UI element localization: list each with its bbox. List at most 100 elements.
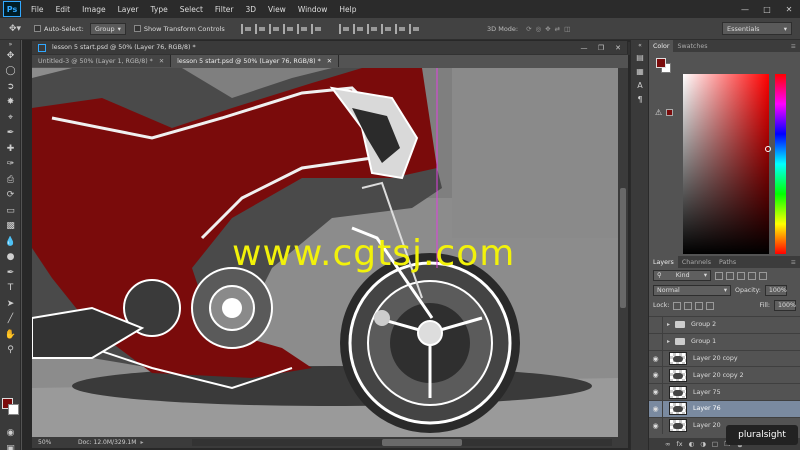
align-right-icon[interactable] [310,23,323,34]
panel-menu-icon[interactable]: ≡ [791,259,796,266]
filter-type-icon[interactable] [737,271,745,280]
crop-tool-icon[interactable]: ⌖ [0,110,21,126]
tab-channels[interactable]: Channels [678,256,715,268]
menu-window[interactable]: Window [292,5,334,14]
align-top-icon[interactable] [240,23,253,34]
close-icon[interactable]: ✕ [327,58,332,65]
new-group-icon[interactable]: □ [712,440,718,448]
distribute-vcenter-icon[interactable] [352,23,365,34]
quick-mask-icon[interactable]: ◉ [0,425,21,441]
disclosure-arrow-icon[interactable]: ▸ [667,338,675,345]
lock-transparent-icon[interactable] [673,301,682,310]
foreground-color-chip[interactable] [656,58,666,68]
restore-icon[interactable]: ❐ [594,43,608,53]
tab-paths[interactable]: Paths [715,256,740,268]
align-hcenter-icon[interactable] [296,23,309,34]
horizontal-scrollbar[interactable] [192,439,612,446]
filter-shape-icon[interactable] [748,271,756,280]
document-window-title-bar[interactable]: lesson 5 start.psd @ 50% (Layer 76, RGB/… [32,41,628,54]
layer-row-layer-76[interactable]: ◉ Layer 76 [649,399,800,417]
zoom-tool-icon[interactable]: ⚲ [0,343,21,359]
tab-layers[interactable]: Layers [649,256,678,268]
link-layers-icon[interactable]: ∞ [665,440,670,448]
distribute-left-icon[interactable] [380,23,393,34]
workspace-dropdown[interactable]: Essentials ▾ [722,22,792,35]
minimize-icon[interactable]: — [577,43,591,53]
visibility-toggle[interactable] [649,316,663,333]
color-swatches[interactable] [2,398,20,416]
lock-image-icon[interactable] [684,301,693,310]
tab-swatches[interactable]: Swatches [673,40,711,52]
shape-tool-icon[interactable]: ╱ [0,312,21,328]
quick-select-tool-icon[interactable]: ✸ [0,95,21,111]
paragraph-panel-icon[interactable]: ¶ [631,92,649,106]
menu-edit[interactable]: Edit [50,5,77,14]
maximize-icon[interactable]: □ [756,0,778,18]
opacity-field[interactable]: 100% [764,285,787,296]
eyedropper-tool-icon[interactable]: ✒ [0,126,21,142]
tab-lesson-5[interactable]: lesson 5 start.psd @ 50% (Layer 76, RGB/… [171,55,340,67]
align-vcenter-icon[interactable] [254,23,267,34]
add-mask-icon[interactable]: ◐ [689,440,695,448]
horizontal-scroll-thumb[interactable] [382,439,462,446]
doc-size[interactable]: Doc: 12.0M/329.1M [78,439,136,446]
screen-mode-icon[interactable]: ▣ [0,441,21,450]
3d-mode-icons[interactable]: ⟳◎✥⇄◫ [526,25,574,33]
move-tool-icon[interactable]: ✥ [0,48,21,64]
hue-slider[interactable] [775,74,786,254]
canvas[interactable]: www.cgtsj.com [32,68,618,437]
layer-row-group-2[interactable]: ▸ Group 2 [649,316,800,333]
vertical-scrollbar[interactable] [618,68,628,437]
menu-file[interactable]: File [25,5,50,14]
web-safe-swatch[interactable] [666,109,673,116]
zoom-level[interactable]: 50% [32,439,58,446]
distribute-bottom-icon[interactable] [366,23,379,34]
history-panel-icon[interactable]: ▤ [631,50,649,64]
lock-position-icon[interactable] [695,301,704,310]
layer-row-layer-20-copy[interactable]: ◉ Layer 20 copy [649,349,800,367]
lasso-tool-icon[interactable]: ➲ [0,79,21,95]
panel-menu-icon[interactable]: ≡ [791,43,796,50]
filter-smart-object-icon[interactable] [759,271,767,280]
expand-panels-icon[interactable]: « [631,40,649,50]
layer-row-group-1[interactable]: ▸ Group 1 [649,332,800,350]
disclosure-arrow-icon[interactable]: ▸ [667,321,675,328]
menu-filter[interactable]: Filter [209,5,240,14]
menu-help[interactable]: Help [333,5,362,14]
panel-collapse-icon[interactable]: » [0,40,21,48]
menu-3d[interactable]: 3D [239,5,262,14]
fill-field[interactable]: 100% [774,300,796,311]
hand-tool-icon[interactable]: ✋ [0,327,21,343]
gamut-warning-icon[interactable]: ⚠ [655,108,662,117]
align-bottom-icon[interactable] [268,23,281,34]
auto-select-dropdown[interactable]: Group ▾ [89,22,126,35]
layer-effects-icon[interactable]: fx [676,440,682,448]
clone-stamp-tool-icon[interactable]: ⎙ [0,172,21,188]
auto-select-checkbox[interactable] [34,25,41,32]
distribute-top-icon[interactable] [338,23,351,34]
eraser-tool-icon[interactable]: ▭ [0,203,21,219]
menu-type[interactable]: Type [145,5,174,14]
close-icon[interactable]: ✕ [778,0,800,18]
distribute-right-icon[interactable] [408,23,421,34]
eye-icon[interactable]: ◉ [649,400,663,417]
align-left-icon[interactable] [282,23,295,34]
layer-filter-dropdown[interactable]: ⚲ Kind ▾ [653,270,711,281]
tab-color[interactable]: Color [649,40,674,52]
visibility-toggle[interactable] [649,333,663,350]
close-icon[interactable]: ✕ [159,58,164,65]
blend-mode-dropdown[interactable]: Normal ▾ [653,285,731,296]
menu-view[interactable]: View [262,5,292,14]
lock-all-icon[interactable] [706,301,715,310]
properties-panel-icon[interactable]: ▦ [631,64,649,78]
eye-icon[interactable]: ◉ [649,417,663,434]
background-color-swatch[interactable] [8,404,19,415]
healing-brush-tool-icon[interactable]: ✚ [0,141,21,157]
distribute-hcenter-icon[interactable] [394,23,407,34]
gradient-tool-icon[interactable]: ▩ [0,219,21,235]
move-tool-icon[interactable]: ✥▾ [4,20,26,38]
marquee-tool-icon[interactable]: ◯ [0,64,21,80]
close-icon[interactable]: ✕ [611,43,625,53]
type-tool-icon[interactable]: T [0,281,21,297]
character-panel-icon[interactable]: A [631,78,649,92]
